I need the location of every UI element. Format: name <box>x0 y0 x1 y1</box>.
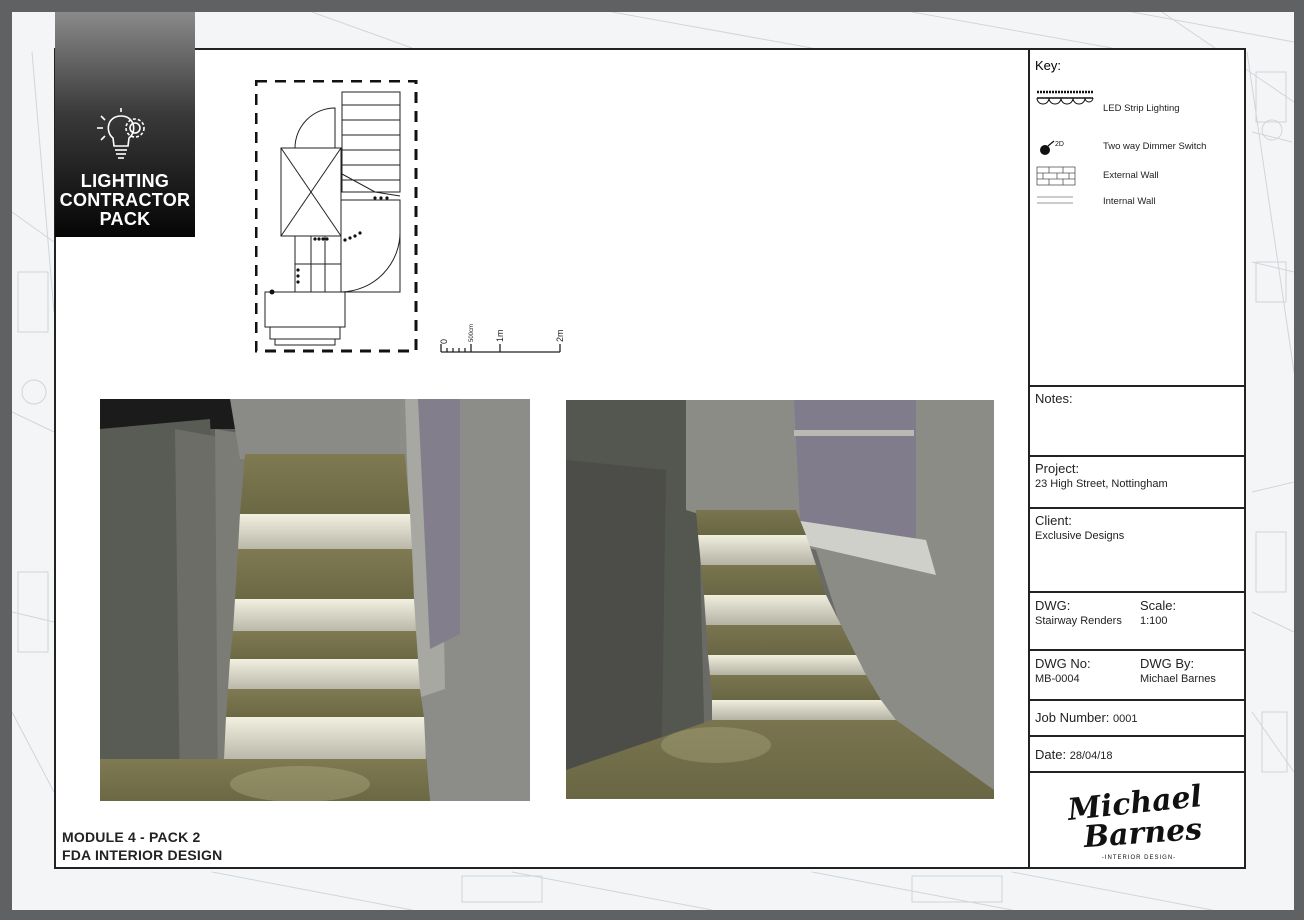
notes-section: Notes: <box>1030 385 1246 455</box>
dwg-value: Stairway Renders <box>1035 615 1122 627</box>
client-section: Client: Exclusive Designs <box>1030 507 1246 591</box>
internal-wall-icon <box>1037 196 1073 204</box>
job-number-value: 0001 <box>1113 713 1138 725</box>
dwg-by-value: Michael Barnes <box>1140 673 1216 685</box>
module-caption: MODULE 4 - PACK 2 FDA INTERIOR DESIGN <box>62 828 222 864</box>
key-item-led-strip: LED Strip Lighting <box>1103 103 1180 114</box>
scale-label-2m: 2m <box>555 329 565 342</box>
logo-tagline: -INTERIOR DESIGN- <box>1102 855 1176 861</box>
scale-label: Scale: <box>1140 598 1177 613</box>
scale-bar: 0 500cm 1m 2m <box>439 324 565 353</box>
dimmer-switch-icon: 2D <box>1040 140 1064 155</box>
date-section: Date: 28/04/18 <box>1030 735 1246 771</box>
scale-value: 1:100 <box>1140 615 1168 627</box>
led-strip-icon <box>1036 90 1094 105</box>
badge-title-line1: LIGHTING <box>80 171 170 191</box>
lighting-contractor-badge: LIGHTING CONTRACTOR PACK <box>55 12 195 237</box>
stairway-floor-plan <box>255 80 418 353</box>
logo-line2: Barnes <box>1082 812 1204 855</box>
title-block: Key: LED Strip Lighting 2D Two way Dimme… <box>1028 48 1246 869</box>
project-label: Project: <box>1035 461 1080 476</box>
dwg-no-value: MB-0004 <box>1035 673 1080 685</box>
lightbulb-gear-icon <box>97 108 145 159</box>
module-line2: FDA INTERIOR DESIGN <box>62 847 223 863</box>
date-value: 28/04/18 <box>1069 750 1113 762</box>
dwg-number-section: DWG No: MB-0004 DWG By: Michael Barnes <box>1030 649 1246 699</box>
scale-label-1m: 1m <box>495 329 505 342</box>
job-number-label: Job Number: <box>1035 710 1110 725</box>
scale-label-0: 0 <box>439 339 449 344</box>
project-value: 23 High Street, Nottingham <box>1035 478 1168 490</box>
notes-label: Notes: <box>1035 391 1073 406</box>
drawing-sheet: LIGHTING CONTRACTOR PACK 0 500cm 1m 2m K… <box>12 12 1294 910</box>
project-section: Project: 23 High Street, Nottingham <box>1030 455 1246 507</box>
dwg-section: DWG: Stairway Renders Scale: 1:100 <box>1030 591 1246 649</box>
michael-barnes-logo: Michael Barnes -INTERIOR DESIGN- <box>1065 779 1204 861</box>
job-number-section: Job Number: 0001 <box>1030 699 1246 735</box>
key-title: Key: <box>1035 58 1062 73</box>
client-label: Client: <box>1035 513 1072 528</box>
stairway-render-2 <box>566 400 994 799</box>
dimmer-switch-tag: 2D <box>1055 141 1064 148</box>
stairway-render-1 <box>100 399 530 801</box>
date-label: Date: <box>1035 747 1067 762</box>
dwg-label: DWG: <box>1035 598 1071 613</box>
key-item-external-wall: External Wall <box>1103 170 1159 181</box>
badge-title-line3: PACK <box>99 209 151 229</box>
module-line1: MODULE 4 - PACK 2 <box>62 829 201 845</box>
dwg-by-label: DWG By: <box>1140 656 1195 671</box>
key-item-internal-wall: Internal Wall <box>1103 196 1156 207</box>
client-value: Exclusive Designs <box>1035 530 1125 542</box>
key-item-dimmer-switch: Two way Dimmer Switch <box>1103 141 1207 152</box>
dwg-no-label: DWG No: <box>1035 656 1091 671</box>
logo-section: Michael Barnes -INTERIOR DESIGN- <box>1030 771 1246 867</box>
badge-title-line2: CONTRACTOR <box>59 190 191 210</box>
external-wall-icon <box>1036 166 1076 186</box>
scale-label-500: 500cm <box>469 324 475 342</box>
